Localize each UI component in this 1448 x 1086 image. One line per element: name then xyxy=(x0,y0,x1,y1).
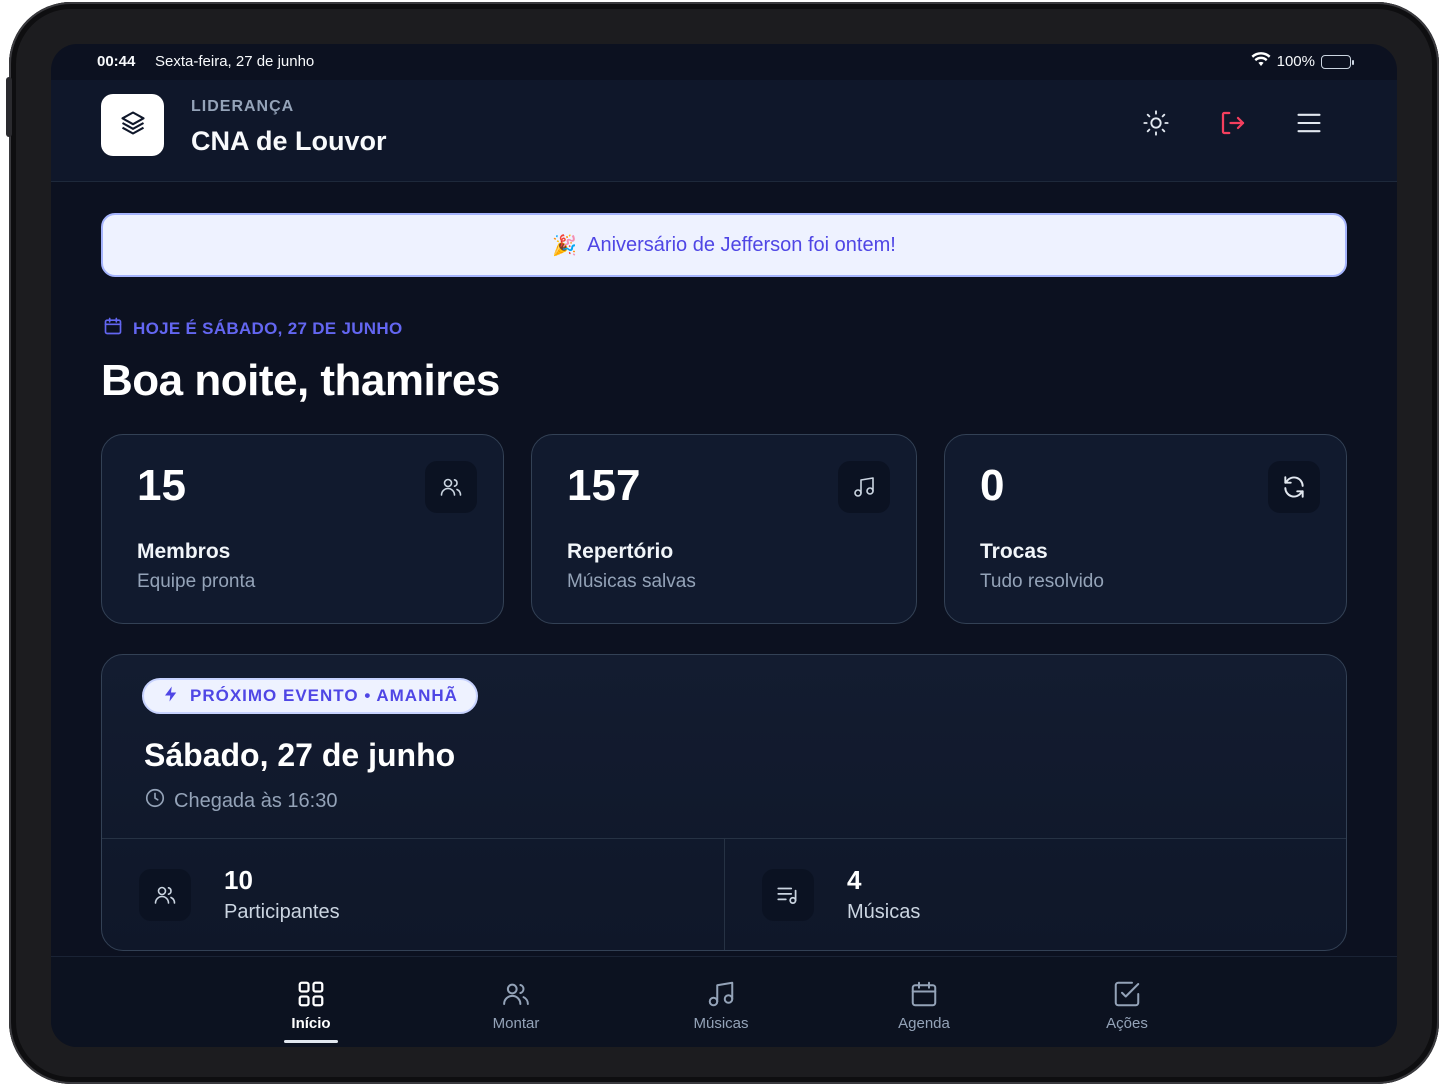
menu-icon xyxy=(1295,109,1323,142)
stat-label: Trocas xyxy=(980,540,1048,563)
status-time: 00:44 xyxy=(97,53,136,70)
next-event-card[interactable]: PRÓXIMO EVENTO • AMANHÃ Sábado, 27 de ju… xyxy=(101,654,1347,951)
songs-count: 4 xyxy=(847,865,862,895)
nav-label: Agenda xyxy=(898,1015,950,1032)
checkbox-icon xyxy=(1112,979,1142,1009)
party-icon: 🎉 xyxy=(552,234,578,257)
today-label: HOJE É SÁBADO, 27 DE JUNHO xyxy=(103,316,402,341)
nav-item-montar[interactable]: Montar xyxy=(456,957,576,1047)
stat-card-repertoire[interactable]: 157 Repertório Músicas salvas xyxy=(531,434,917,624)
wifi-icon xyxy=(1251,52,1271,71)
stat-label: Repertório xyxy=(567,540,674,563)
nav-item-musicas[interactable]: Músicas xyxy=(661,957,781,1047)
songs-label: Músicas xyxy=(847,901,921,923)
today-text: HOJE É SÁBADO, 27 DE JUNHO xyxy=(133,318,403,338)
nav-item-agenda[interactable]: Agenda xyxy=(864,957,984,1047)
songs-summary[interactable]: 4 Músicas xyxy=(724,839,1346,950)
nav-item-inicio[interactable]: Início xyxy=(251,957,371,1047)
status-date: Sexta-feira, 27 de junho xyxy=(155,53,315,70)
stat-value: 0 xyxy=(980,461,1005,510)
logout-button[interactable] xyxy=(1216,108,1250,142)
greeting: Boa noite, thamires xyxy=(101,356,500,405)
battery-icon xyxy=(1321,54,1354,69)
sun-icon xyxy=(1142,109,1170,142)
nav-label: Montar xyxy=(492,1015,540,1032)
users-icon xyxy=(139,869,191,921)
clock-icon xyxy=(144,787,166,815)
badge-text: PRÓXIMO EVENTO • AMANHÃ xyxy=(190,686,458,705)
event-arrival: Chegada às 16:30 xyxy=(144,787,337,815)
nav-label: Ações xyxy=(1106,1015,1148,1032)
side-button xyxy=(6,77,12,137)
music-icon xyxy=(838,461,890,513)
stat-sub: Músicas salvas xyxy=(567,571,696,592)
participants-label: Participantes xyxy=(224,901,340,923)
calendar-icon xyxy=(103,316,123,341)
header-eyebrow: LIDERANÇA xyxy=(191,98,295,115)
status-right: 100% xyxy=(1251,52,1354,71)
nav-label: Início xyxy=(291,1015,331,1032)
stat-label: Membros xyxy=(137,540,231,563)
participants-summary[interactable]: 10 Participantes xyxy=(102,839,724,950)
playlist-icon xyxy=(762,869,814,921)
app-title: CNA de Louvor xyxy=(191,126,387,156)
users-icon xyxy=(501,979,531,1009)
theme-toggle-button[interactable] xyxy=(1139,108,1173,142)
active-indicator xyxy=(284,1040,338,1043)
logo[interactable] xyxy=(101,94,164,156)
users-icon xyxy=(425,461,477,513)
nav-item-acoes[interactable]: Ações xyxy=(1067,957,1187,1047)
menu-button[interactable] xyxy=(1292,108,1326,142)
calendar-icon xyxy=(909,979,939,1009)
app-header: LIDERANÇA CNA de Louvor xyxy=(51,80,1397,182)
battery-percent: 100% xyxy=(1276,53,1315,70)
grid-icon xyxy=(296,979,326,1009)
participants-count: 10 xyxy=(224,865,253,895)
stat-card-swaps[interactable]: 0 Trocas Tudo resolvido xyxy=(944,434,1347,624)
next-event-badge: PRÓXIMO EVENTO • AMANHÃ xyxy=(142,678,478,714)
status-bar: 00:44 Sexta-feira, 27 de junho 100% xyxy=(51,44,1397,80)
arrival-text: Chegada às 16:30 xyxy=(174,789,338,812)
stat-sub: Tudo resolvido xyxy=(980,571,1104,592)
layers-icon xyxy=(119,109,147,142)
banner-text: Aniversário de Jefferson foi ontem! xyxy=(587,233,896,256)
nav-label: Músicas xyxy=(693,1015,749,1032)
app-screen: 00:44 Sexta-feira, 27 de junho 100% LIDE… xyxy=(51,44,1397,1047)
event-summary: 10 Participantes 4 Músicas xyxy=(102,838,1346,950)
event-date: Sábado, 27 de junho xyxy=(144,737,456,773)
refresh-icon xyxy=(1268,461,1320,513)
stat-value: 157 xyxy=(567,461,641,510)
music-icon xyxy=(706,979,736,1009)
lightning-icon xyxy=(162,685,180,708)
stat-sub: Equipe pronta xyxy=(137,571,256,592)
bottom-nav: Início Montar Músicas Agenda Ações xyxy=(51,956,1397,1047)
stat-value: 15 xyxy=(137,461,186,510)
birthday-banner[interactable]: 🎉 Aniversário de Jefferson foi ontem! xyxy=(101,213,1347,277)
logout-icon xyxy=(1218,108,1248,143)
stat-card-members[interactable]: 15 Membros Equipe pronta xyxy=(101,434,504,624)
